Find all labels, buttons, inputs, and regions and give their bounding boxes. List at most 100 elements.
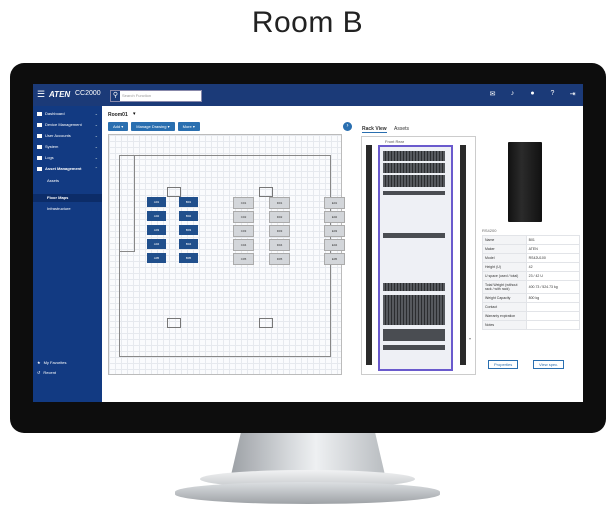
server-unit[interactable]: [383, 329, 445, 341]
server-unit[interactable]: [383, 151, 445, 161]
server-unit[interactable]: [383, 163, 445, 173]
server-unit[interactable]: [383, 283, 445, 291]
front-rear-toggle[interactable]: Front Rear: [385, 139, 404, 144]
storage-unit[interactable]: [383, 295, 445, 325]
rack-tile[interactable]: B04: [179, 239, 198, 249]
logout-icon[interactable]: ⇥: [568, 90, 577, 98]
chevron-down-icon[interactable]: ⌄: [95, 133, 98, 138]
property-value: RS42U100: [525, 253, 581, 263]
property-value: 800 kg: [525, 293, 581, 303]
chat-icon[interactable]: ✉: [488, 90, 497, 98]
scroll-down-icon[interactable]: ▾: [469, 336, 471, 341]
history-icon: ↺: [37, 370, 41, 375]
rack-tile[interactable]: A02: [147, 211, 166, 221]
chevron-down-icon[interactable]: ⌄: [95, 155, 98, 160]
property-value: [525, 302, 581, 312]
button-label: Add: [113, 124, 121, 129]
manage-drawing-button[interactable]: Manage Drawing ▾: [131, 122, 175, 131]
sidebar-item-label: System: [45, 144, 59, 149]
properties-table: Name B01 Maker ATEN Model RS42U100 Height (U) 4…: [482, 235, 581, 330]
property-row: Weight Capacity 800 kg: [482, 293, 581, 303]
more-button[interactable]: More ▾: [177, 122, 200, 131]
button-label: More: [182, 124, 192, 129]
view-spec-button[interactable]: View spec.: [533, 360, 565, 369]
floor-map-canvas[interactable]: A01 A02 A03 A04 A05 B01 B02 B03 B04 B05 C01 C02 C03 C…: [108, 134, 345, 375]
button-label: Manage Drawing: [136, 124, 167, 129]
rack-tile[interactable]: B01: [179, 197, 198, 207]
search-input[interactable]: ⚲ Search Function: [110, 90, 202, 102]
sidebar-item-device-management[interactable]: Device Management: [37, 122, 82, 127]
switch-unit[interactable]: [383, 233, 445, 238]
pillar: [167, 187, 181, 197]
rack-tile[interactable]: A04: [147, 239, 166, 249]
chevron-down-icon[interactable]: ⌄: [95, 144, 98, 149]
sidebar-item-favorites[interactable]: ★ My Favorites: [37, 360, 67, 365]
user-icon[interactable]: ●: [528, 90, 537, 98]
rack-tile[interactable]: E01: [324, 197, 345, 209]
sidebar-item-dashboard[interactable]: Dashboard: [37, 111, 65, 116]
property-value: ATEN: [525, 244, 581, 254]
collapse-panel-button[interactable]: ›: [343, 122, 352, 131]
rack-tile[interactable]: D05: [269, 253, 290, 265]
property-row: Total Weight (without rack / with rack) 4…: [482, 280, 581, 294]
sidebar-item-label: Asset Management: [45, 166, 82, 171]
rack-tile[interactable]: C03: [233, 225, 254, 237]
sidebar-item-user-accounts[interactable]: User Accounts: [37, 133, 71, 138]
sidebar-item-system[interactable]: System: [37, 144, 58, 149]
sidebar-subitem-assets[interactable]: Assets: [47, 178, 59, 183]
rack-tile[interactable]: B03: [179, 225, 198, 235]
rack-tile[interactable]: C04: [233, 239, 254, 251]
chevron-down-icon[interactable]: ⌄: [95, 122, 98, 127]
rack-tile[interactable]: D04: [269, 239, 290, 251]
tab-rack-view[interactable]: Rack View: [362, 126, 387, 133]
help-icon[interactable]: ?: [548, 90, 557, 98]
property-value: [525, 320, 581, 330]
rack-tile[interactable]: C02: [233, 211, 254, 223]
rack-tile[interactable]: D01: [269, 197, 290, 209]
rack-tile[interactable]: D03: [269, 225, 290, 237]
properties-panel: RS4200 Name B01 Maker ATEN Model RS42U100 Heig…: [478, 136, 582, 373]
rack-tile[interactable]: E02: [324, 211, 345, 223]
chevron-up-icon[interactable]: ⌃: [95, 166, 98, 171]
dashboard-icon: [37, 111, 42, 116]
rack-tile[interactable]: B05: [179, 253, 198, 263]
rack-tile[interactable]: A05: [147, 253, 166, 263]
sidebar-subitem-infrastructure[interactable]: Infrastructure: [47, 206, 71, 211]
rack-tile[interactable]: D02: [269, 211, 290, 223]
rack-tile[interactable]: C01: [233, 197, 254, 209]
hamburger-menu-icon[interactable]: ☰: [37, 89, 45, 100]
properties-button[interactable]: Properties: [488, 360, 519, 369]
rack-tile[interactable]: B02: [179, 211, 198, 221]
sidebar-item-logs[interactable]: Logs: [37, 155, 54, 160]
switch-unit[interactable]: [383, 345, 445, 350]
sidebar-subitem-floor-maps[interactable]: Floor Maps: [47, 195, 68, 200]
page-title: Room B: [251, 6, 364, 39]
rack-tile[interactable]: C05: [233, 253, 254, 265]
pillar: [167, 318, 181, 328]
rack-tile[interactable]: A01: [147, 197, 166, 207]
chevron-down-icon[interactable]: ⌄: [95, 111, 98, 116]
asset-icon: [37, 166, 42, 171]
add-button[interactable]: Add ▾: [108, 122, 129, 131]
top-bar: ☰ ATEN CC2000 ⚲ Search Function ✉ ♪ ● ? …: [33, 84, 583, 106]
logs-icon: [37, 155, 42, 160]
brand-logo: ATEN: [49, 90, 71, 99]
room-selector[interactable]: Room01: [108, 112, 128, 118]
property-key: Total Weight (without rack / with rack): [482, 280, 527, 294]
sidebar-item-recent[interactable]: ↺ Recent: [37, 370, 56, 375]
sidebar-item-asset-management[interactable]: Asset Management: [37, 166, 81, 171]
rack-tile[interactable]: E04: [324, 239, 345, 251]
main-content: Room01 ▾ Add ▾ Manage Drawing ▾ More ▾ ›…: [102, 106, 583, 402]
property-key: Weight Capacity: [482, 293, 527, 303]
server-unit[interactable]: [383, 175, 445, 187]
search-icon[interactable]: ⚲: [111, 91, 120, 101]
rack-tile[interactable]: A03: [147, 225, 166, 235]
rack-frame[interactable]: [378, 145, 453, 371]
rack-tile[interactable]: E03: [324, 225, 345, 237]
property-row: Model RS42U100: [482, 253, 581, 263]
switch-unit[interactable]: [383, 191, 445, 195]
tab-assets[interactable]: Assets: [394, 126, 409, 132]
chevron-down-icon[interactable]: ▾: [133, 111, 136, 117]
rack-tile[interactable]: E05: [324, 253, 345, 265]
notification-icon[interactable]: ♪: [508, 90, 517, 98]
